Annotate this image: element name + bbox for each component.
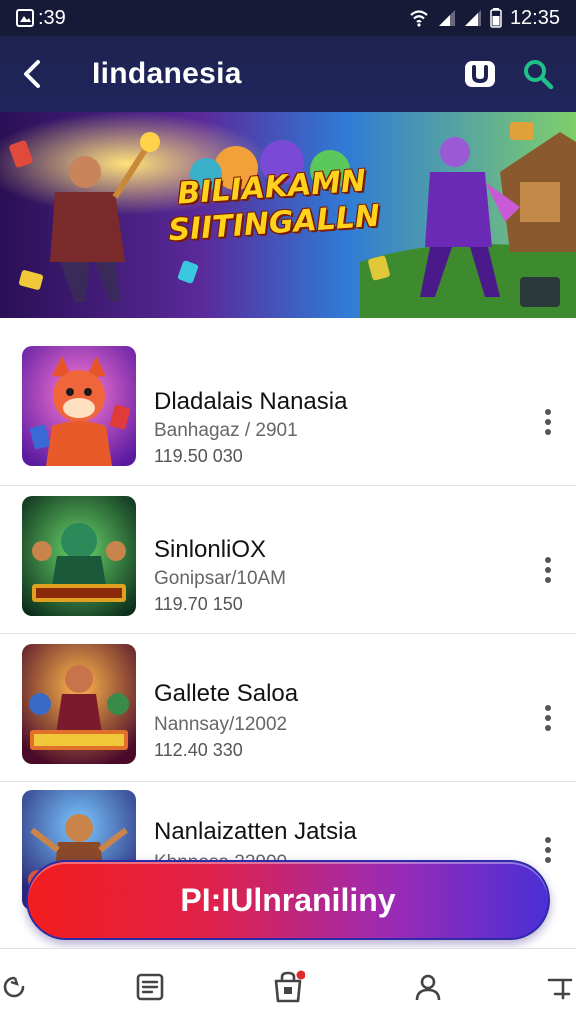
item-meta: 119.50 030: [154, 446, 243, 466]
nav-shop[interactable]: [268, 967, 308, 1007]
shop-bag-icon: [274, 970, 305, 1003]
bottom-navigation: [0, 948, 576, 1024]
more-vertical-icon: [545, 837, 551, 863]
status-left: :39: [16, 7, 66, 30]
signal-2-icon: [464, 10, 481, 26]
status-bar: :39 12:35: [0, 0, 576, 36]
u-badge-icon: [465, 61, 495, 87]
game-thumbnail: [22, 644, 136, 764]
nav-refresh[interactable]: [0, 967, 34, 1007]
profile-icon: [415, 974, 441, 1001]
notification-image-icon: [16, 9, 34, 27]
wifi-icon: [410, 10, 428, 27]
nav-share[interactable]: [540, 967, 576, 1007]
battery-icon: [490, 8, 502, 28]
search-icon: [524, 60, 554, 90]
badge-button[interactable]: [460, 54, 500, 94]
back-button[interactable]: [0, 36, 64, 112]
list-item[interactable]: Dladalais Nanasia Banhagaz / 2901 119.50…: [0, 338, 576, 486]
list-item[interactable]: Gallete Saloa Nannsay/12002 112.40 330: [0, 634, 576, 782]
primary-cta-button[interactable]: PI:IUlnraniliny: [26, 860, 550, 940]
item-subtitle: Nannsay/12002: [154, 714, 288, 735]
game-thumbnail: [22, 346, 136, 466]
refresh-icon: [3, 976, 25, 998]
item-title: SinlonliOX: [154, 536, 267, 563]
header-actions: [460, 54, 558, 94]
hero-banner[interactable]: BILIAKAMN SIITINGALLN: [0, 112, 576, 318]
list-item[interactable]: SinlonliOX Gonipsar/10AM 119.70 150: [0, 486, 576, 634]
battle-game-art: [22, 644, 136, 764]
more-vertical-icon: [545, 557, 551, 583]
more-vertical-icon: [545, 409, 551, 435]
item-subtitle: Gonipsar/10AM: [154, 568, 287, 589]
status-time: 12:35: [509, 6, 560, 29]
more-options-button[interactable]: [530, 552, 566, 588]
list-icon: [136, 973, 164, 1001]
warrior-game-art: [22, 496, 136, 616]
item-title: Nanlaizatten Jatsia: [154, 818, 357, 845]
back-arrow-icon: [24, 60, 40, 88]
nav-list[interactable]: [130, 967, 170, 1007]
search-button[interactable]: [518, 54, 558, 94]
app-header: Iindanesia: [0, 36, 576, 112]
page-title: Iindanesia: [92, 57, 242, 90]
nav-profile[interactable]: [408, 967, 448, 1007]
item-meta: 119.70 150: [154, 594, 243, 614]
more-vertical-icon: [545, 705, 551, 731]
game-thumbnail: [22, 496, 136, 616]
status-left-text: :39: [38, 6, 66, 29]
more-options-button[interactable]: [530, 832, 566, 868]
share-icon: [547, 978, 573, 1000]
fox-character-art: [22, 346, 136, 466]
signal-icon: [438, 10, 455, 26]
item-subtitle: Banhagaz / 2901: [154, 420, 298, 441]
item-title: Gallete Saloa: [154, 680, 299, 707]
item-title: Dladalais Nanasia: [154, 388, 348, 415]
more-options-button[interactable]: [530, 700, 566, 736]
status-right: 12:35: [408, 7, 560, 30]
more-options-button[interactable]: [530, 404, 566, 440]
item-meta: 112.40 330: [154, 740, 243, 760]
